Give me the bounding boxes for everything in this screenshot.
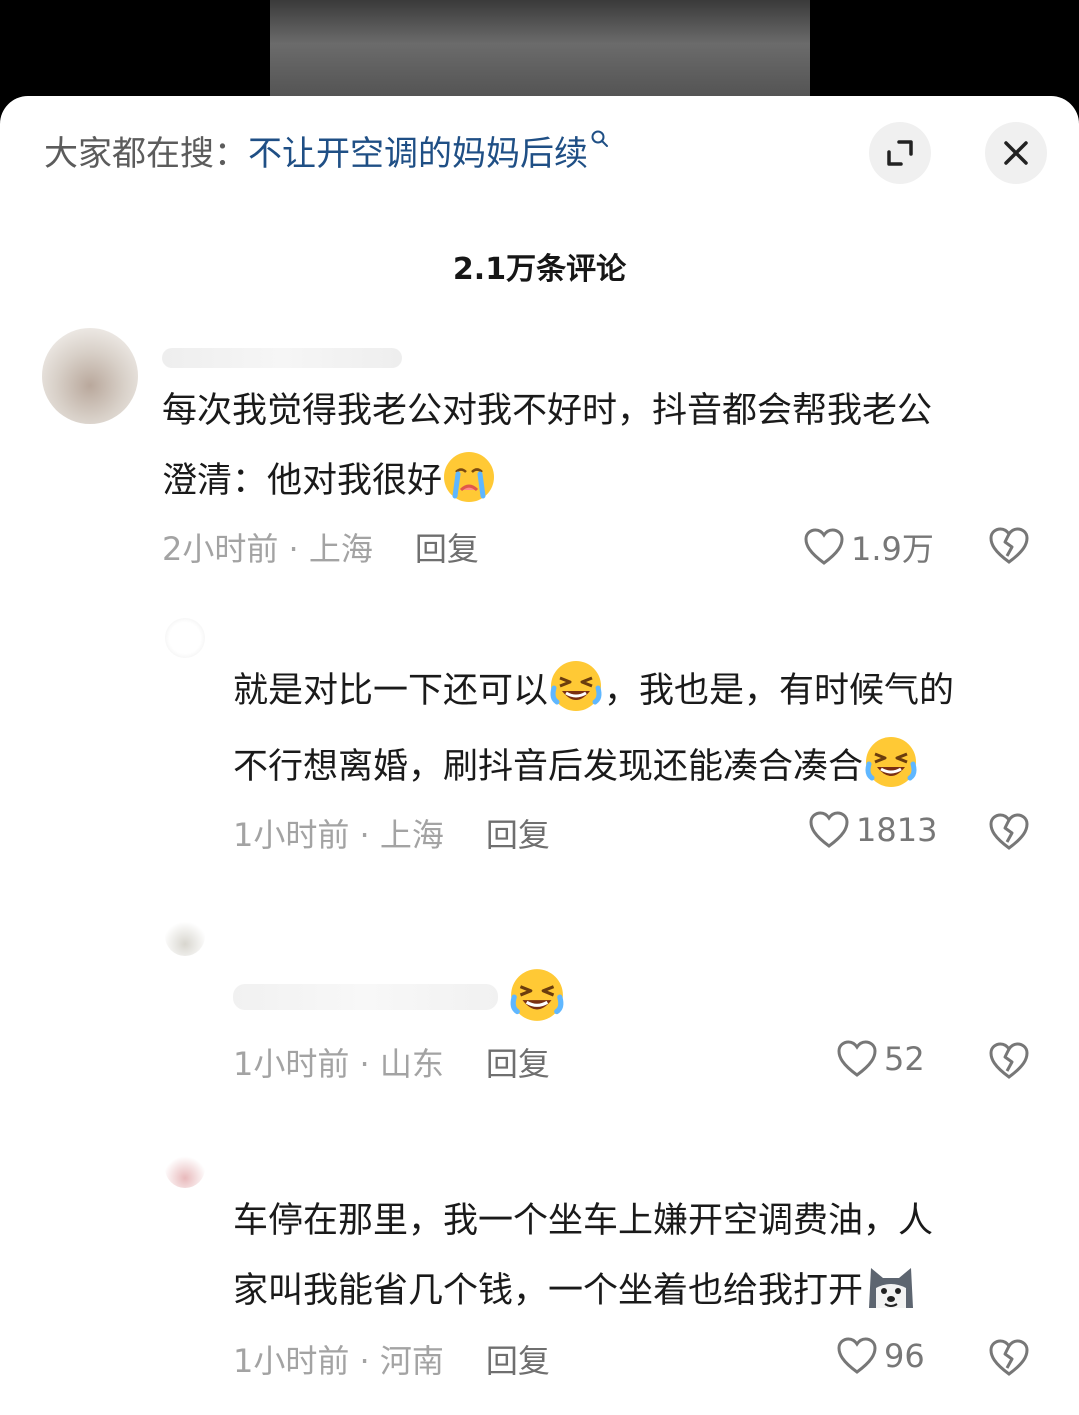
like-button[interactable]: 96 [836,1336,925,1376]
comment-line: 家叫我能省几个钱，一个坐着也给我打开 [233,1256,1043,1326]
crying-face-emoji [444,452,495,502]
laughing-tears-emoji [510,969,564,1021]
dislike-icon[interactable] [988,526,1030,566]
close-button[interactable] [985,122,1047,184]
like-button[interactable]: 52 [836,1039,925,1079]
comment-location: 山东 [379,1045,444,1083]
meta-separator: · [278,530,309,568]
comment-location: 上海 [308,530,373,568]
reply-button[interactable]: 回复 [486,1045,550,1083]
comment-line-text: 不行想离婚，刷抖音后发现还能凑合凑合 [233,747,864,787]
like-count: 1813 [856,811,938,849]
comment-line: 车停在那里，我一个坐车上嫌开空调费油，人 [233,1201,934,1241]
comment-location: 上海 [379,816,444,854]
search-prefix: 大家都在搜： [44,134,248,174]
comment-text: 每次我觉得我老公对我不好时，抖音都会帮我老公 澄清：他对我很好 [162,376,1042,516]
search-icon [591,130,608,147]
comment-line-text: ，我也是，有时候气的 [604,671,955,711]
heart-icon [809,811,849,848]
search-suggestion[interactable]: 大家都在搜：不让开空调的妈妈后续 [44,130,610,178]
video-preview[interactable] [270,0,810,110]
laughing-tears-emoji [550,661,602,711]
comment-meta: 1小时前 · 上海 回复 [233,810,550,856]
comment-line-text: 就是对比一下还可以 [233,671,549,711]
like-button[interactable]: 1.9万 [803,524,934,570]
expand-button[interactable] [869,122,931,184]
comment-count: 2.1万条评论 [452,252,627,287]
comment-line: 澄清：他对我很好 [162,446,1042,516]
reply-button[interactable]: 回复 [486,1342,550,1380]
comment-line: 就是对比一下还可以 ，我也是，有时候气的 [233,656,1043,726]
comment-meta: 2小时前 · 上海 回复 [162,524,479,570]
dislike-icon[interactable] [988,1338,1030,1378]
comment-line-text: 家叫我能省几个钱，一个坐着也给我打开 [233,1271,864,1311]
like-count: 1.9万 [851,530,934,568]
comment-meta: 1小时前 · 河南 回复 [233,1336,550,1382]
comment-time: 2小时前 [162,530,279,568]
comment-text: 车停在那里，我一个坐车上嫌开空调费油，人 家叫我能省几个钱，一个坐着也给我打开 [233,1186,1043,1326]
expand-icon [887,140,913,166]
like-button[interactable]: 1813 [808,810,937,850]
close-icon [1004,141,1028,165]
meta-separator: · [349,1045,380,1083]
comment-line: 每次我觉得我老公对我不好时，抖音都会帮我老公 [162,391,933,431]
reply-button[interactable]: 回复 [486,816,550,854]
heart-icon [837,1040,877,1077]
username-blurred[interactable] [162,348,402,368]
avatar[interactable] [42,328,138,424]
comment-text: 就是对比一下还可以 ，我也是，有时候气的 不行想离婚，刷抖音后发现还能凑合凑合 [233,656,1043,802]
meta-separator: · [349,1342,380,1380]
like-count: 52 [884,1040,925,1078]
reply-button[interactable]: 回复 [415,530,479,568]
comment-line-text: 澄清：他对我很好 [162,461,443,501]
search-term-link[interactable]: 不让开空调的妈妈后续 [248,134,588,174]
avatar[interactable] [165,916,205,956]
avatar[interactable] [165,1148,205,1188]
comment-location: 河南 [379,1342,444,1380]
comment-time: 1小时前 [233,1045,350,1083]
doge-emoji [869,1268,914,1308]
comment-text-blurred [233,984,498,1010]
meta-separator: · [349,816,380,854]
comment-time: 1小时前 [233,816,350,854]
dislike-icon[interactable] [988,1041,1030,1081]
comment-time: 1小时前 [233,1342,350,1380]
like-count: 96 [884,1337,925,1375]
comment-sheet: 大家都在搜：不让开空调的妈妈后续 2.1万条评论 每次我觉得我老公对我不好时，抖… [0,96,1079,1415]
laughing-tears-emoji [865,737,917,787]
comment-meta: 1小时前 · 山东 回复 [233,1039,550,1085]
heart-icon [837,1337,877,1374]
comment-line: 不行想离婚，刷抖音后发现还能凑合凑合 [233,732,1043,802]
heart-icon [804,528,844,565]
dislike-icon[interactable] [988,812,1030,852]
avatar[interactable] [165,618,205,658]
